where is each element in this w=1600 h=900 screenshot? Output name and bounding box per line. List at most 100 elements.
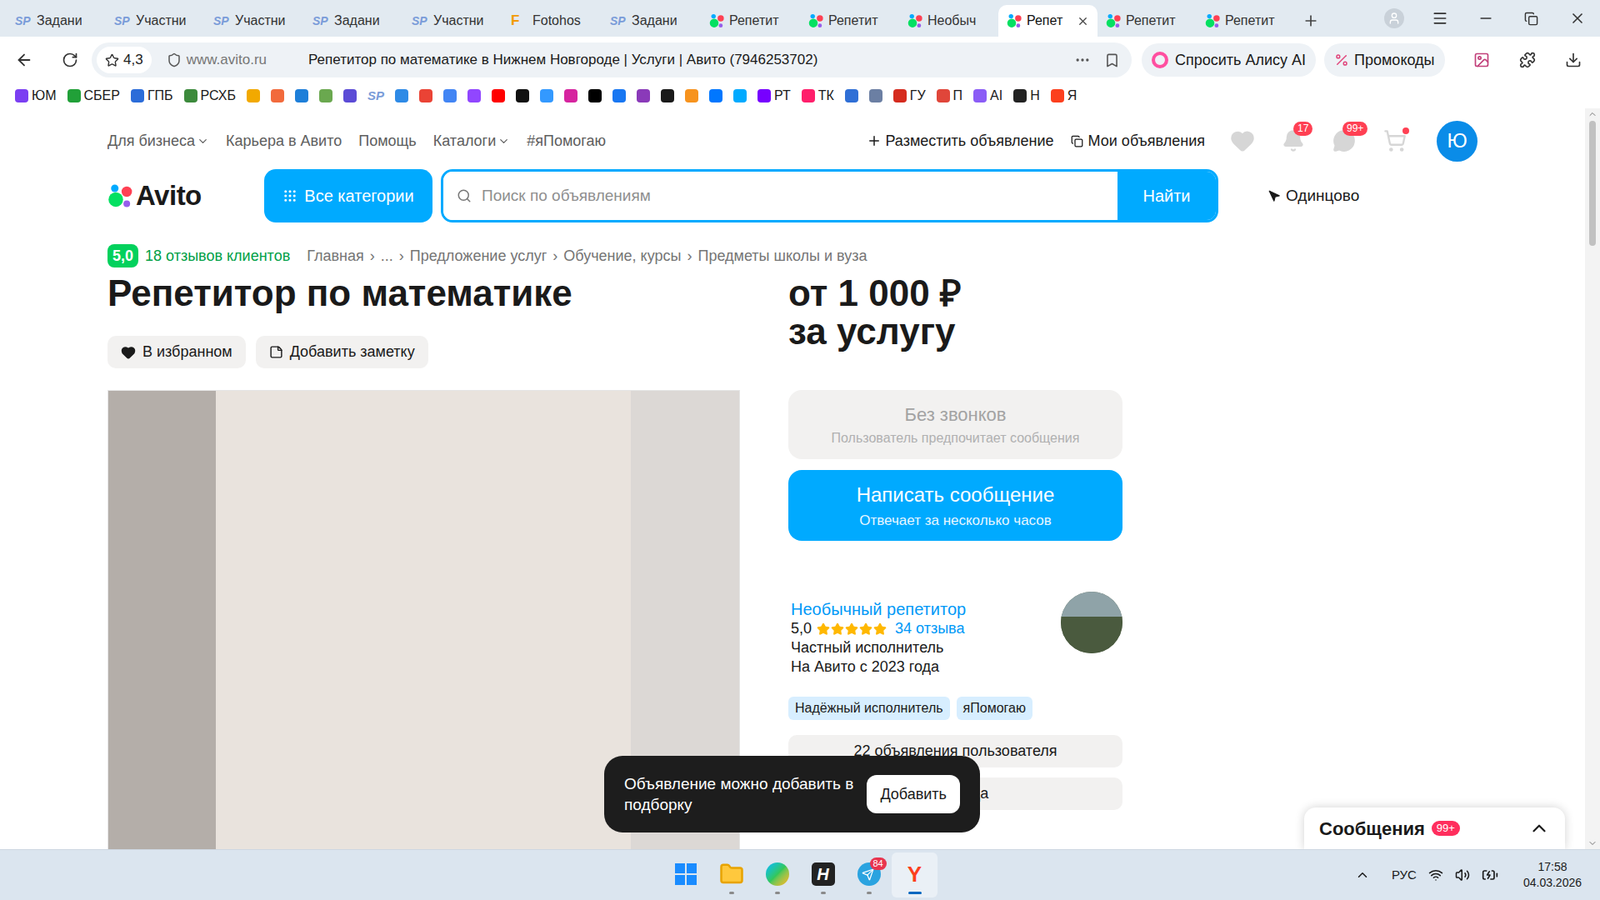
browser-tab[interactable]: SPУчастни: [403, 5, 503, 37]
volume-icon[interactable]: [1455, 867, 1470, 883]
browser-tab[interactable]: SPУчастни: [105, 5, 205, 37]
messages-widget[interactable]: Сообщения99+: [1304, 807, 1565, 850]
header-link[interactable]: #яПомогаю: [526, 130, 606, 153]
bookmark[interactable]: [515, 89, 530, 103]
back-button[interactable]: [9, 45, 40, 75]
browser-tab[interactable]: Репетит: [1097, 5, 1197, 37]
bookmark[interactable]: [343, 89, 357, 103]
browser-tab[interactable]: SPЗадани: [6, 5, 106, 37]
bookmark[interactable]: [588, 89, 602, 103]
bookmark[interactable]: SP: [367, 86, 385, 106]
bookmark[interactable]: Я: [1050, 85, 1078, 106]
reload-button[interactable]: [55, 45, 85, 75]
breadcrumb[interactable]: Предложение услуг: [410, 245, 548, 268]
bookmark[interactable]: [467, 89, 481, 103]
seller-name[interactable]: Необычный репетитор: [790, 600, 966, 620]
bookmark[interactable]: Н: [1013, 85, 1040, 106]
my-ads-link[interactable]: Мои объявления: [1070, 130, 1205, 153]
bookmark[interactable]: [733, 89, 747, 103]
header-link[interactable]: Карьера в Авито: [225, 130, 342, 153]
bookmark[interactable]: ГУ: [893, 85, 926, 106]
input-language[interactable]: РУС: [1391, 865, 1417, 885]
bookmark[interactable]: [636, 89, 650, 103]
taskbar-app[interactable]: [662, 852, 709, 898]
browser-tab[interactable]: Репет: [998, 5, 1098, 37]
bookmark[interactable]: ТК: [801, 85, 835, 106]
bookmark[interactable]: [612, 89, 626, 103]
expand-icon[interactable]: [1528, 817, 1550, 840]
browser-tab[interactable]: SPЗадани: [601, 5, 701, 37]
bookmark[interactable]: РТ: [757, 85, 791, 106]
search-input[interactable]: Поиск по объявлениям: [443, 171, 1118, 220]
toast-add-button[interactable]: Добавить: [866, 775, 960, 814]
favorites-icon[interactable]: [1230, 128, 1255, 154]
bookmark[interactable]: [540, 89, 554, 103]
taskbar-app[interactable]: [708, 852, 755, 898]
reviews-link[interactable]: 18 отзывов клиентов: [145, 245, 290, 268]
seller-reviews-link[interactable]: 34 отзыва: [895, 619, 965, 639]
bookmark[interactable]: [395, 89, 409, 103]
clock[interactable]: 17:5804.03.2026: [1523, 859, 1582, 891]
bookmark-icon[interactable]: [1104, 52, 1120, 69]
search-button[interactable]: Найти: [1117, 171, 1216, 220]
close-tab-icon[interactable]: [1076, 15, 1090, 28]
taskbar-app[interactable]: 84: [845, 852, 892, 898]
taskbar-app[interactable]: H: [800, 852, 846, 898]
bookmark[interactable]: [845, 89, 859, 103]
close-window-button[interactable]: [1554, 0, 1600, 37]
promo-button[interactable]: Промокоды: [1324, 43, 1445, 77]
user-avatar[interactable]: Ю: [1436, 120, 1478, 162]
cart-button[interactable]: [1383, 129, 1407, 153]
taskbar-app[interactable]: [754, 852, 800, 898]
bookmark[interactable]: [709, 89, 723, 103]
bookmark[interactable]: [869, 89, 883, 103]
breadcrumb[interactable]: ...: [380, 245, 394, 268]
downloads-button[interactable]: [1550, 51, 1597, 69]
write-message-button[interactable]: Написать сообщениеОтвечает за несколько …: [788, 470, 1123, 541]
bookmark[interactable]: [685, 89, 699, 103]
seller-avatar[interactable]: [1060, 591, 1123, 654]
bookmark[interactable]: ЮМ: [15, 85, 57, 106]
bookmark[interactable]: [270, 89, 285, 103]
taskbar-app[interactable]: Y: [891, 852, 938, 898]
add-note-button[interactable]: Добавить заметку: [255, 335, 429, 369]
new-tab-button[interactable]: [1295, 5, 1326, 37]
avito-logo[interactable]: Avito: [107, 175, 265, 217]
favorite-button[interactable]: В избранном: [107, 335, 246, 369]
bookmark[interactable]: [564, 89, 578, 103]
messages-button[interactable]: 99+: [1332, 129, 1356, 153]
bookmark[interactable]: [295, 89, 309, 103]
tray-overflow-icon[interactable]: [1355, 867, 1370, 883]
scroll-thumb[interactable]: [1589, 120, 1596, 246]
more-icon[interactable]: [1074, 51, 1091, 69]
header-link[interactable]: Для бизнеса: [107, 130, 210, 153]
bookmark[interactable]: РСХБ: [184, 85, 236, 106]
bookmark[interactable]: [660, 89, 675, 103]
profile-button[interactable]: [1370, 0, 1417, 37]
browser-tab[interactable]: FFotohos: [502, 5, 602, 37]
browser-tab[interactable]: Необыч: [899, 5, 999, 37]
site-rating[interactable]: 4,3: [96, 46, 152, 74]
browser-tab[interactable]: SPУчастни: [205, 5, 305, 37]
browser-tab[interactable]: Репетит: [1196, 5, 1296, 37]
minimize-button[interactable]: [1462, 0, 1509, 37]
breadcrumb[interactable]: Обучение, курсы: [563, 245, 681, 268]
search-box[interactable]: Поиск по объявлениямНайти: [440, 169, 1219, 223]
post-ad-link[interactable]: Разместить объявление: [866, 130, 1054, 153]
bookmark[interactable]: [319, 89, 333, 103]
restore-button[interactable]: [1508, 0, 1555, 37]
browser-tab[interactable]: Репетит: [800, 5, 900, 37]
browser-tab[interactable]: Репетит: [700, 5, 800, 37]
bookmark[interactable]: П: [936, 85, 964, 106]
extension-button[interactable]: [1459, 51, 1505, 69]
bookmark[interactable]: [246, 89, 260, 103]
bookmark[interactable]: [419, 89, 433, 103]
breadcrumb[interactable]: Предметы школы и вуза: [697, 245, 867, 268]
alice-button[interactable]: Спросить Алису AI: [1141, 43, 1316, 77]
wifi-icon[interactable]: [1428, 867, 1444, 883]
address-field[interactable]: 4,3www.avito.ruРепетитор по математике в…: [91, 42, 1132, 78]
categories-button[interactable]: Все категории: [264, 169, 433, 223]
breadcrumb[interactable]: Главная: [306, 245, 365, 268]
header-link[interactable]: Каталоги: [433, 130, 511, 153]
bookmark[interactable]: ГПБ: [130, 85, 174, 106]
